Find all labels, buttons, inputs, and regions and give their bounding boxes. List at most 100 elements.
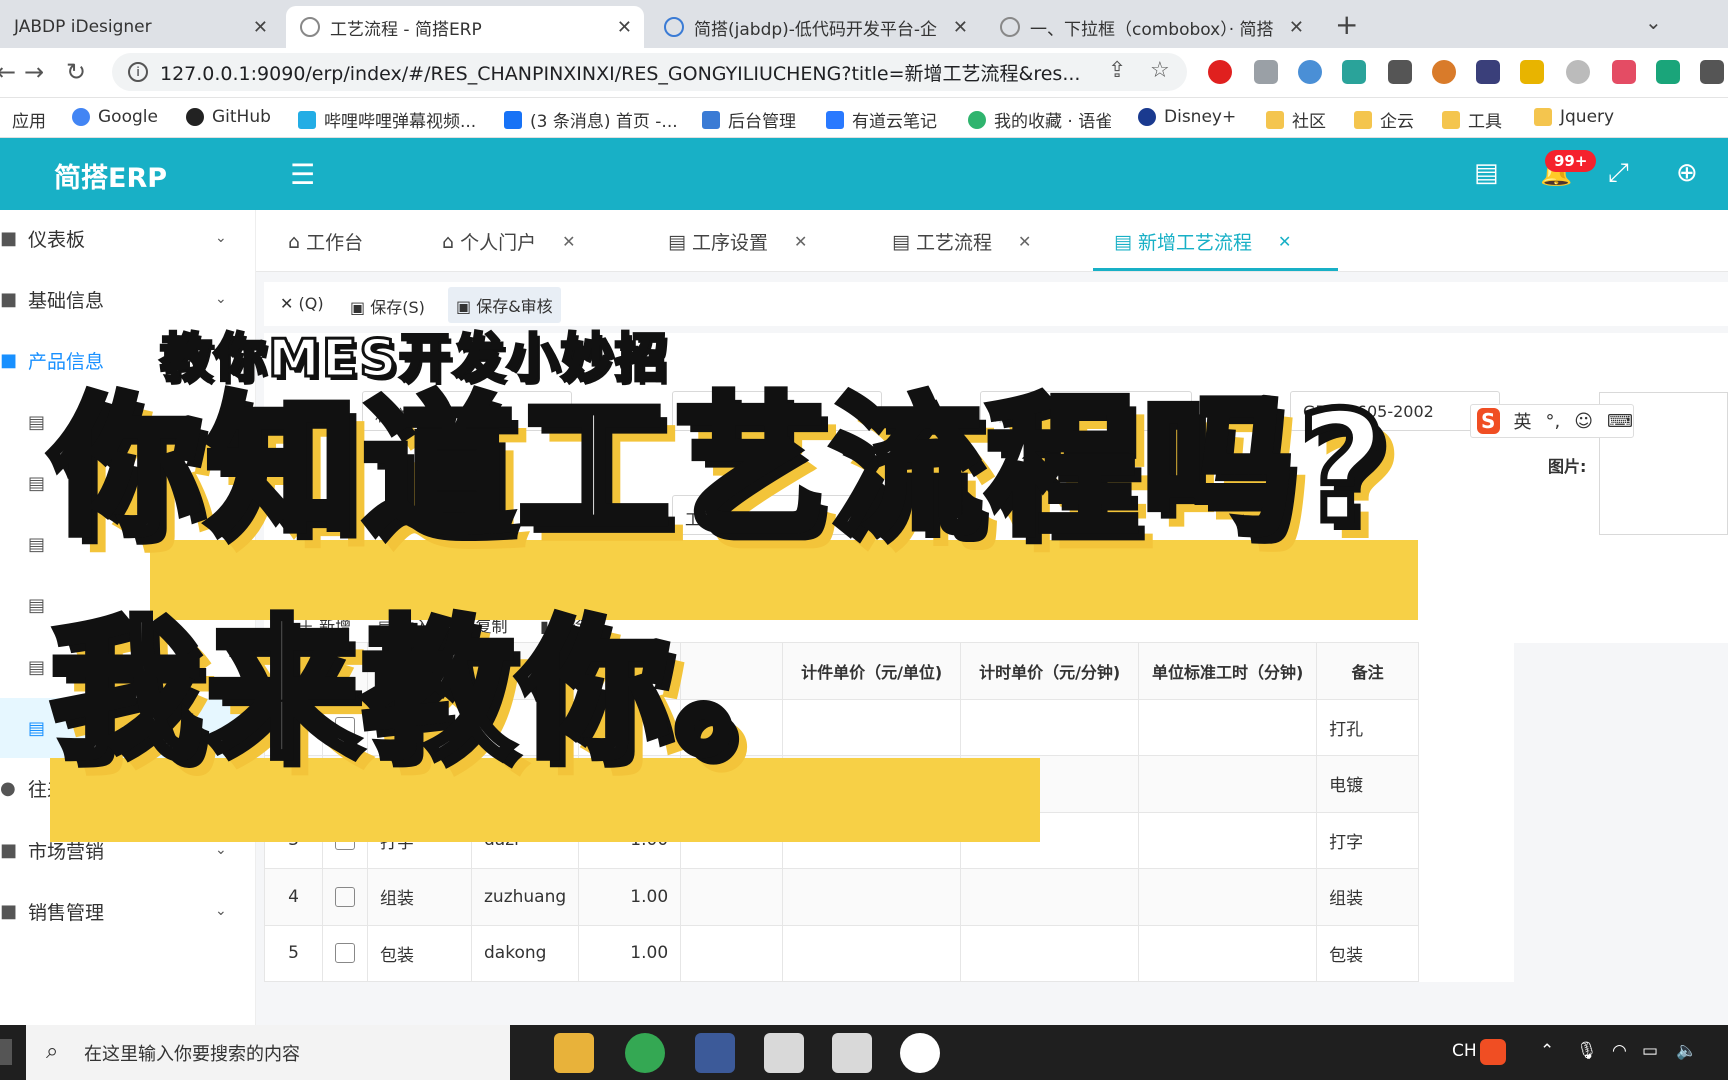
zhihu-icon bbox=[504, 110, 522, 129]
bookmark-apps[interactable]: 应用 bbox=[12, 107, 46, 132]
row-checkbox[interactable] bbox=[335, 943, 355, 964]
close-icon[interactable]: ✕ bbox=[1018, 232, 1031, 251]
chevron-down-icon: ⌄ bbox=[215, 230, 227, 246]
sogou-tray-icon[interactable] bbox=[1480, 1039, 1506, 1065]
extension-icon[interactable] bbox=[1566, 60, 1590, 84]
url-field[interactable]: i 127.0.0.1:9090/erp/index/#/RES_CHANPIN… bbox=[112, 53, 1187, 91]
close-icon[interactable]: ✕ bbox=[562, 232, 575, 251]
info-icon[interactable]: i bbox=[128, 62, 148, 82]
battery-icon[interactable]: ▭ bbox=[1642, 1041, 1658, 1061]
bookmark[interactable]: 哔哩哔哩弹幕视频... bbox=[298, 107, 476, 132]
browser-tab[interactable]: 一、下拉框（combobox）· 简搭 ✕ bbox=[986, 6, 1316, 48]
language-icon[interactable]: ⊕ bbox=[1676, 158, 1698, 188]
share-icon[interactable]: ⇪ bbox=[1108, 58, 1126, 83]
save-icon: ▣ bbox=[350, 298, 371, 317]
close-icon[interactable]: ✕ bbox=[617, 17, 632, 38]
chevron-up-icon[interactable]: ⌃ bbox=[1540, 1041, 1554, 1061]
close-icon[interactable]: ✕ bbox=[253, 17, 268, 38]
bookmark-folder[interactable]: 社区 bbox=[1266, 107, 1326, 132]
column-header[interactable]: 单位标准工时（分钟) bbox=[1138, 642, 1318, 700]
browser-tab-active[interactable]: 工艺流程 - 简搭ERP ✕ bbox=[286, 6, 644, 48]
extension-icon[interactable] bbox=[1388, 60, 1412, 84]
sidebar-item-dashboard[interactable]: ■ 仪表板 ⌄ bbox=[0, 208, 256, 268]
start-icon[interactable] bbox=[0, 1039, 12, 1065]
home-icon: ⌂ bbox=[288, 230, 307, 253]
input-language[interactable]: CH bbox=[1452, 1041, 1477, 1061]
tab-new-process-flow[interactable]: ▤ 新增工艺流程 ✕ bbox=[1114, 228, 1291, 255]
menu-toggle-icon[interactable]: ☰ bbox=[290, 158, 315, 191]
tab-workbench[interactable]: ⌂ 工作台 bbox=[288, 228, 363, 255]
forward-icon[interactable]: → bbox=[24, 58, 44, 86]
reload-icon[interactable]: ↻ bbox=[66, 58, 86, 86]
extension-icon[interactable] bbox=[1432, 60, 1456, 84]
table-row[interactable]: 4 组装 zuzhuang 1.00 组装 bbox=[264, 868, 1514, 926]
app-icon[interactable] bbox=[695, 1033, 735, 1073]
row-checkbox[interactable] bbox=[335, 886, 355, 907]
bookmark[interactable]: Google bbox=[72, 107, 158, 127]
bookmark[interactable]: 有道云笔记 bbox=[826, 107, 937, 132]
extension-icon[interactable] bbox=[1342, 60, 1366, 84]
keyboard-icon[interactable]: ⌨ bbox=[1607, 411, 1633, 432]
tab-portal[interactable]: ⌂ 个人门户 ✕ bbox=[442, 228, 576, 255]
extension-icon[interactable] bbox=[1476, 60, 1500, 84]
table-row[interactable]: 5 包装 dakong 1.00 包装 bbox=[264, 924, 1514, 982]
sogou-icon: S bbox=[1477, 408, 1500, 434]
bookmark-folder[interactable]: 企云 bbox=[1354, 107, 1414, 132]
bookmark-folder[interactable]: Jquery bbox=[1534, 107, 1614, 127]
bookmark[interactable]: 后台管理 bbox=[702, 107, 796, 132]
ime-toolbar[interactable]: S 英 °, ☺ ⌨ bbox=[1470, 404, 1634, 438]
taskbar-search[interactable]: ⌕ 在这里输入你要搜索的内容 bbox=[26, 1025, 510, 1080]
tab-title: 工艺流程 - 简搭ERP bbox=[330, 19, 482, 40]
save-button[interactable]: ▣ 保存(S) bbox=[350, 294, 425, 318]
ime-lang-label[interactable]: 英 bbox=[1514, 408, 1532, 434]
back-icon[interactable]: ← bbox=[0, 58, 16, 86]
close-icon[interactable]: ✕ bbox=[794, 232, 807, 251]
bookmark[interactable]: 我的收藏 · 语雀 bbox=[968, 107, 1112, 132]
extension-icon[interactable] bbox=[1612, 60, 1636, 84]
taskbar: ⌕ 在这里输入你要搜索的内容 CH ⌃ 🎙 ◠ ▭ 🔈 bbox=[0, 1025, 1728, 1080]
close-form-button[interactable]: ✕ (Q) bbox=[280, 294, 324, 313]
close-icon[interactable]: ✕ bbox=[1289, 17, 1304, 38]
puzzle-icon[interactable] bbox=[1700, 60, 1724, 84]
file-icon: ▤ bbox=[1114, 230, 1138, 253]
java-icon[interactable] bbox=[764, 1033, 804, 1073]
adblock-icon[interactable] bbox=[1208, 60, 1232, 84]
file-icon: ▤ bbox=[28, 594, 46, 616]
browser-tab[interactable]: JABDP iDesigner ✕ bbox=[0, 6, 280, 48]
column-header[interactable]: 计时单价（元/分钟) bbox=[960, 642, 1140, 700]
extension-icon[interactable] bbox=[1298, 60, 1322, 84]
close-icon[interactable]: ✕ bbox=[1278, 232, 1291, 251]
tab-process-settings[interactable]: ▤ 工序设置 ✕ bbox=[668, 228, 807, 255]
bookmark[interactable]: (3 条消息) 首页 -... bbox=[504, 107, 678, 132]
emoji-icon[interactable]: ☺ bbox=[1574, 411, 1593, 432]
volume-icon[interactable]: 🔈 bbox=[1676, 1041, 1697, 1061]
marketing-icon: ■ bbox=[0, 839, 18, 861]
bookmark[interactable]: Disney+ bbox=[1138, 107, 1236, 127]
folder-icon bbox=[1442, 110, 1460, 129]
file-explorer-icon[interactable] bbox=[554, 1033, 594, 1073]
sidebar-item-sales[interactable]: ■ 销售管理 ⌄ bbox=[0, 881, 256, 941]
bookmark[interactable]: GitHub bbox=[186, 107, 271, 127]
new-tab-icon[interactable]: + bbox=[1335, 8, 1358, 41]
tab-process-flow[interactable]: ▤ 工艺流程 ✕ bbox=[892, 228, 1031, 255]
chevron-down-icon[interactable]: ⌄ bbox=[1645, 10, 1662, 34]
bookmark-folder[interactable]: 工具 bbox=[1442, 107, 1502, 132]
site-icon bbox=[664, 17, 684, 37]
fullscreen-icon[interactable]: ⤢ bbox=[1608, 158, 1629, 189]
browser-tab[interactable]: 简搭(jabdp)-低代码开发平台-企 ✕ bbox=[650, 6, 980, 48]
close-icon[interactable]: ✕ bbox=[953, 17, 968, 38]
java-icon[interactable] bbox=[832, 1033, 872, 1073]
microphone-icon[interactable]: 🎙 bbox=[1576, 1041, 1598, 1061]
bilibili-icon bbox=[298, 110, 316, 129]
wifi-icon[interactable]: ◠ bbox=[1612, 1041, 1627, 1061]
column-header[interactable]: 备注 bbox=[1316, 642, 1420, 700]
extension-icon[interactable] bbox=[1254, 60, 1278, 84]
chrome-icon[interactable] bbox=[625, 1033, 665, 1073]
file-icon: ▤ bbox=[28, 656, 46, 678]
star-icon[interactable]: ☆ bbox=[1150, 58, 1170, 83]
document-icon[interactable]: ▤ bbox=[1474, 158, 1499, 188]
extension-icon[interactable] bbox=[1656, 60, 1680, 84]
extension-icon[interactable] bbox=[1520, 60, 1544, 84]
app-icon[interactable] bbox=[900, 1033, 940, 1073]
punctuation-icon[interactable]: °, bbox=[1546, 411, 1561, 432]
